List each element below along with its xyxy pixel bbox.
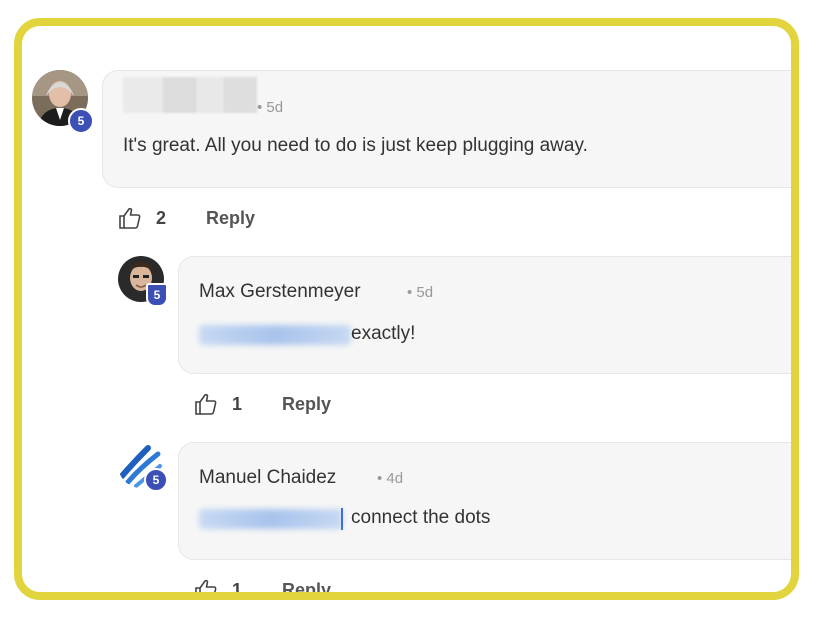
- redacted-mention[interactable]: [199, 509, 343, 529]
- time-value: 5d: [266, 99, 284, 116]
- comment-text: connect the dots: [351, 507, 491, 528]
- reply-button[interactable]: Reply: [282, 580, 331, 593]
- level-badge: 5: [144, 468, 168, 492]
- comment-time: • 4d: [377, 470, 404, 487]
- comment-bubble: • 5d It's great. All you need to do is j…: [102, 70, 791, 188]
- level-badge: 5: [68, 108, 94, 134]
- comment-time: • 5d: [257, 99, 284, 116]
- level-badge: 5: [146, 283, 168, 307]
- reply-button[interactable]: Reply: [206, 208, 255, 229]
- like-count: 1: [232, 393, 243, 414]
- redacted-mention[interactable]: [199, 325, 351, 345]
- comment-actions: 2 Reply: [118, 206, 255, 230]
- thumbs-up-icon[interactable]: [194, 392, 218, 416]
- time-value: 4d: [386, 470, 404, 487]
- comment-text: It's great. All you need to do is just k…: [123, 135, 588, 156]
- avatar-commenter-1[interactable]: 5: [32, 70, 94, 134]
- avatar-max-gerstenmeyer[interactable]: 5: [118, 256, 168, 307]
- redacted-author-name: [123, 77, 257, 113]
- thumbs-up-icon[interactable]: [118, 206, 142, 230]
- like-count: 1: [232, 579, 243, 600]
- comment-text: exactly!: [351, 323, 416, 344]
- comment-author[interactable]: Manuel Chaidez: [199, 467, 336, 489]
- comment-author[interactable]: Max Gerstenmeyer: [199, 281, 361, 303]
- reply-button[interactable]: Reply: [282, 394, 331, 415]
- comment-bubble: Manuel Chaidez • 4d connect the dots: [178, 442, 791, 560]
- text-cursor: [341, 508, 343, 530]
- comment-bubble: Max Gerstenmeyer • 5d exactly!: [178, 256, 791, 374]
- thumbs-up-icon[interactable]: [194, 578, 218, 600]
- comment-actions: 1 Reply: [194, 392, 331, 416]
- like-count: 2: [156, 207, 167, 228]
- comment-time: • 5d: [407, 284, 434, 301]
- comment-actions: 1 Reply: [194, 578, 331, 600]
- screenshot-frame: 5 • 5d It's great. All you need to do is…: [14, 18, 799, 600]
- time-value: 5d: [416, 284, 434, 301]
- avatar-manuel-chaidez[interactable]: 5: [118, 442, 168, 492]
